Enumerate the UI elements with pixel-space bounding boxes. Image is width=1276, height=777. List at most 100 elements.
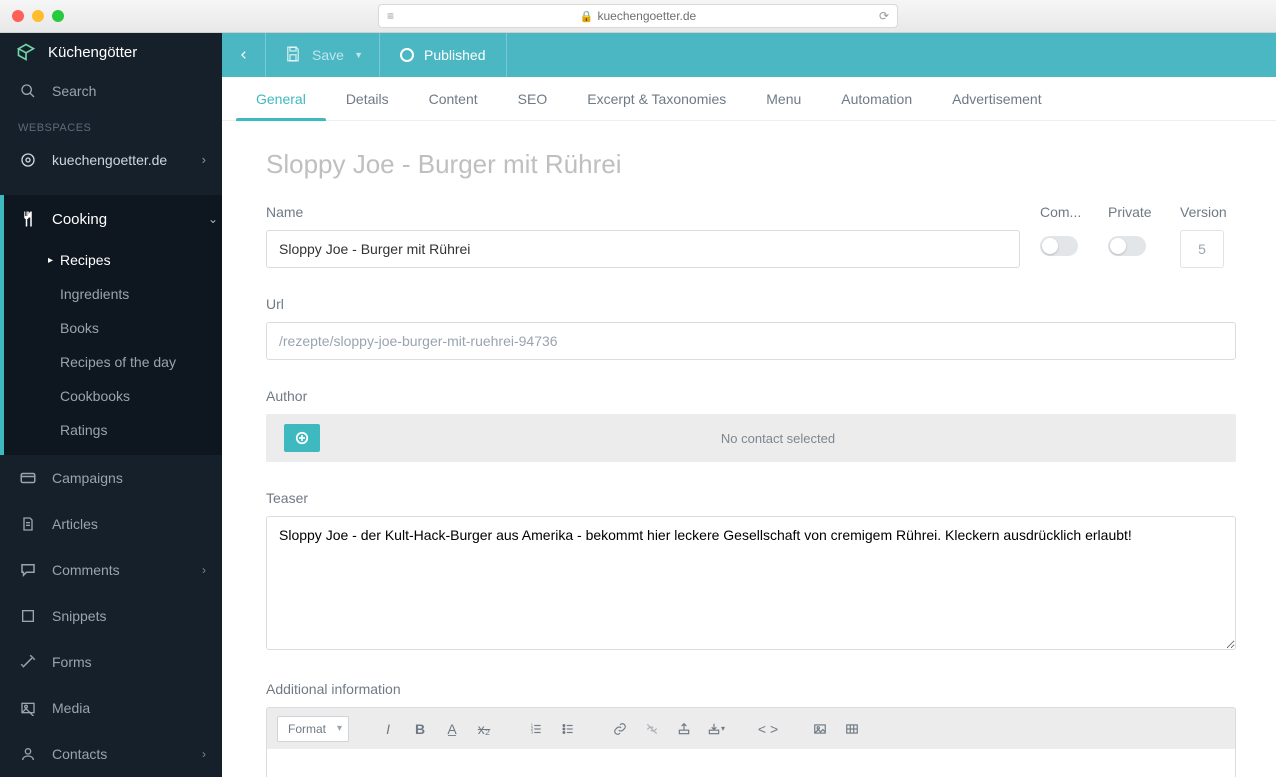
page-title: Sloppy Joe - Burger mit Rührei [266, 149, 1236, 180]
tab-seo[interactable]: SEO [512, 77, 554, 120]
no-contact-text: No contact selected [320, 431, 1236, 446]
subnav-item-cookbooks[interactable]: Cookbooks [18, 379, 222, 413]
chat-icon [18, 561, 38, 579]
table-button[interactable] [839, 716, 865, 742]
additional-label: Additional information [266, 681, 1236, 697]
author-label: Author [266, 388, 1236, 404]
address-bar[interactable]: ≡ 🔒 kuechengoetter.de ⟳ [378, 4, 898, 28]
logo-icon [16, 41, 36, 63]
search-label: Search [52, 83, 96, 99]
window-close[interactable] [12, 10, 24, 22]
version-label: Version [1180, 204, 1227, 220]
name-input[interactable] [266, 230, 1020, 268]
top-toolbar: Save ▼ Published [222, 33, 1276, 77]
tab-details[interactable]: Details [340, 77, 395, 120]
dropdown-icon: ▼ [354, 50, 363, 60]
browser-chrome: ≡ 🔒 kuechengoetter.de ⟳ [0, 0, 1276, 33]
download-button[interactable]: ▾ [703, 716, 729, 742]
status-icon [400, 48, 414, 62]
url-input[interactable] [266, 322, 1236, 360]
version-value: 5 [1180, 230, 1224, 268]
tab-content[interactable]: Content [423, 77, 484, 120]
target-icon [18, 152, 38, 168]
private-label: Private [1108, 204, 1152, 220]
nav-item-forms[interactable]: Forms [0, 639, 222, 685]
chevron-right-icon: › [202, 563, 206, 577]
bold-button[interactable]: B [407, 716, 433, 742]
rte-toolbar: Format I B A̲ x₂ 123 [266, 707, 1236, 749]
subnav-item-books[interactable]: Books [18, 311, 222, 345]
published-label: Published [424, 47, 486, 63]
add-author-button[interactable] [284, 424, 320, 452]
teaser-label: Teaser [266, 490, 1236, 506]
save-button[interactable]: Save ▼ [266, 33, 380, 77]
comments-label: Com... [1040, 204, 1088, 220]
content-area: Sloppy Joe - Burger mit Rührei Name Com.… [222, 121, 1276, 777]
chevron-right-icon: › [202, 747, 206, 761]
published-indicator[interactable]: Published [380, 33, 507, 77]
reload-icon[interactable]: ⟳ [879, 9, 889, 23]
unlink-button[interactable] [639, 716, 665, 742]
name-label: Name [266, 204, 1020, 220]
tab-advertisement[interactable]: Advertisement [946, 77, 1047, 120]
image-icon [18, 700, 38, 716]
square-icon [18, 608, 38, 624]
utensils-icon [18, 210, 38, 228]
tab-menu[interactable]: Menu [760, 77, 807, 120]
comments-toggle[interactable] [1040, 236, 1078, 256]
tab-excerpt-taxonomies[interactable]: Excerpt & Taxonomies [581, 77, 732, 120]
upload-button[interactable] [671, 716, 697, 742]
webspaces-header: WEBSPACES [0, 110, 222, 142]
clear-format-button[interactable]: x₂ [471, 716, 497, 742]
wand-icon [18, 653, 38, 671]
chevron-right-icon: › [202, 152, 206, 167]
nav-item-articles[interactable]: Articles [0, 501, 222, 547]
section-title: Cooking [52, 211, 107, 228]
sidebar: Küchengötter Search WEBSPACES kuechengoe… [0, 33, 222, 777]
webspace-name: kuechengoetter.de [52, 152, 167, 168]
save-icon [284, 45, 302, 66]
tab-automation[interactable]: Automation [835, 77, 918, 120]
format-select[interactable]: Format [277, 716, 349, 742]
teaser-textarea[interactable] [266, 516, 1236, 650]
window-zoom[interactable] [52, 10, 64, 22]
tab-general[interactable]: General [250, 77, 312, 120]
svg-text:3: 3 [531, 729, 534, 734]
sidebar-search[interactable]: Search [0, 72, 222, 111]
chevron-down-icon: ⌄ [208, 212, 218, 226]
brand[interactable]: Küchengötter [0, 33, 222, 72]
url-label: Url [266, 296, 1236, 312]
subnav-item-recipes[interactable]: Recipes [18, 243, 222, 277]
user-icon [18, 745, 38, 763]
image-button[interactable] [807, 716, 833, 742]
source-button[interactable]: < > [755, 716, 781, 742]
italic-button[interactable]: I [375, 716, 401, 742]
rte-editor[interactable] [266, 749, 1236, 777]
ordered-list-button[interactable]: 123 [523, 716, 549, 742]
author-box: No contact selected [266, 414, 1236, 462]
subnav-item-recipes-of-the-day[interactable]: Recipes of the day [18, 345, 222, 379]
subnav-item-ratings[interactable]: Ratings [18, 413, 222, 447]
nav-item-comments[interactable]: Comments› [0, 547, 222, 593]
font-color-button[interactable]: A̲ [439, 716, 465, 742]
tabs: General Details Content SEO Excerpt & Taxono… [222, 77, 1276, 121]
nav-item-campaigns[interactable]: Campaigns [0, 455, 222, 501]
subnav-item-ingredients[interactable]: Ingredients [18, 277, 222, 311]
search-icon [18, 83, 38, 99]
link-button[interactable] [607, 716, 633, 742]
reader-icon: ≡ [387, 9, 394, 23]
card-icon [18, 469, 38, 487]
save-label: Save [312, 47, 344, 63]
unordered-list-button[interactable] [555, 716, 581, 742]
lock-icon: 🔒 [580, 10, 594, 23]
sidebar-section-cooking[interactable]: Cooking ⌄ [18, 195, 222, 243]
window-minimize[interactable] [32, 10, 44, 22]
brand-name: Küchengötter [48, 44, 137, 61]
nav-item-media[interactable]: Media [0, 685, 222, 731]
back-button[interactable] [222, 33, 266, 77]
nav-item-snippets[interactable]: Snippets [0, 593, 222, 639]
webspace-item[interactable]: kuechengoetter.de › [0, 142, 222, 177]
private-toggle[interactable] [1108, 236, 1146, 256]
doc-icon [18, 515, 38, 533]
nav-item-contacts[interactable]: Contacts› [0, 731, 222, 777]
